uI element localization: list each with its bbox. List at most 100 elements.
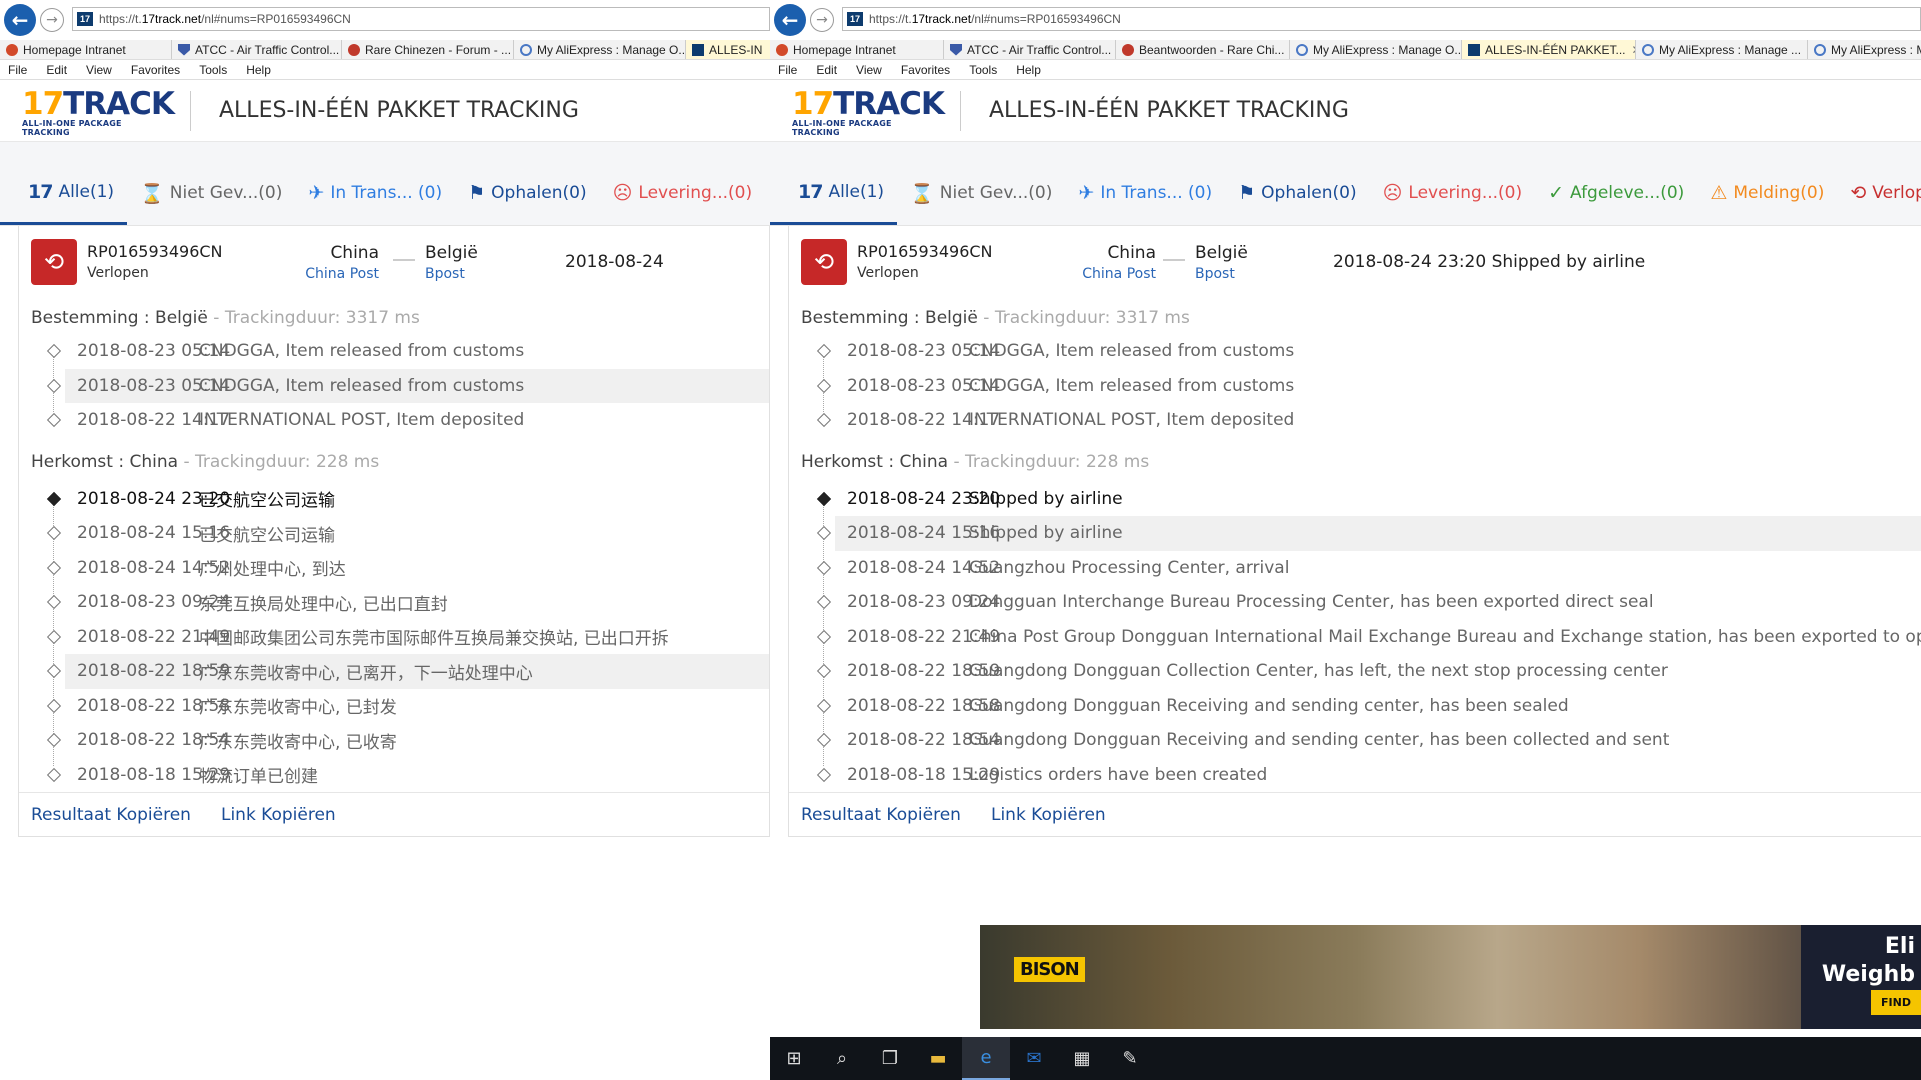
- filter-in-transit[interactable]: ✈ In Trans... (0): [1065, 161, 1225, 225]
- event-row: 2018-08-23 05:14 CNDGGA, Item released fr…: [46, 368, 769, 403]
- file-explorer-icon[interactable]: ▬: [914, 1037, 962, 1080]
- menu-edit[interactable]: Edit: [816, 63, 837, 77]
- globe-icon: [1642, 43, 1654, 56]
- menu-file[interactable]: File: [8, 63, 27, 77]
- 17track-logo[interactable]: 17TRACK ALL-IN-ONE PACKAGE TRACKING: [792, 87, 945, 137]
- forward-button[interactable]: →: [40, 8, 64, 32]
- menu-view[interactable]: View: [86, 63, 112, 77]
- filter-not-found[interactable]: ⌛ Niet Gev...(0): [897, 161, 1065, 225]
- filter-delivered[interactable]: ✓ Afgeleve...(0): [1535, 161, 1697, 225]
- destination-section-header: Bestemming : België - Trackingduur: 3317…: [789, 298, 1921, 334]
- tab-aliexpress-3[interactable]: My AliExpress : M: [1808, 40, 1921, 59]
- menu-edit[interactable]: Edit: [46, 63, 67, 77]
- copy-result-link[interactable]: Resultaat Kopiëren: [801, 805, 961, 825]
- filter-not-found[interactable]: ⌛ Niet Gev...(0): [127, 161, 295, 225]
- windows-start-icon[interactable]: ⊞: [770, 1037, 818, 1080]
- tab-aliexpress[interactable]: My AliExpress : Manage O...: [514, 40, 686, 59]
- tracking-result-card: ⟲ RP016593496CN Verlopen China China Pos…: [18, 226, 770, 837]
- hourglass-icon: ⌛: [910, 182, 934, 205]
- tab-label: Rare Chinezen - Forum - ...: [365, 42, 512, 57]
- section-label: Bestemming : België: [801, 308, 978, 328]
- copy-result-link[interactable]: Resultaat Kopiëren: [31, 805, 191, 825]
- page-title: ALLES-IN-ÉÉN PAKKET TRACKING: [219, 98, 579, 123]
- destination-carrier-link[interactable]: Bpost: [1195, 266, 1235, 282]
- filter-label: Alle(1): [58, 181, 115, 202]
- tab-atcc[interactable]: ATCC - Air Traffic Control...: [172, 40, 342, 59]
- paint-icon[interactable]: ✎: [1106, 1037, 1154, 1080]
- menu-tools[interactable]: Tools: [199, 63, 227, 77]
- origin-carrier-link[interactable]: China Post: [305, 266, 379, 282]
- timeline-diamond-icon: [816, 767, 832, 782]
- filter-in-transit[interactable]: ✈ In Trans... (0): [295, 161, 455, 225]
- origin-carrier-link[interactable]: China Post: [1082, 266, 1156, 282]
- filter-delivery-failed[interactable]: ☹ Levering...(0): [600, 161, 766, 225]
- copy-link-link[interactable]: Link Kopiëren: [991, 805, 1106, 825]
- event-row: 2018-08-22 18:59 Guangdong Dongguan Colle…: [789, 654, 1921, 689]
- expired-status-icon: ⟲: [801, 239, 847, 285]
- search-icon[interactable]: ⌕: [818, 1037, 866, 1080]
- menu-view[interactable]: View: [856, 63, 882, 77]
- filter-delivery-failed[interactable]: ☹ Levering...(0): [1370, 161, 1536, 225]
- warning-icon: ⚠: [1710, 182, 1728, 204]
- back-button[interactable]: ←: [4, 4, 36, 36]
- tab-aliexpress-2[interactable]: My AliExpress : Manage ...: [1636, 40, 1808, 59]
- event-description: 已交航空公司运输: [199, 525, 335, 546]
- filter-all[interactable]: 17 Alle(1): [770, 161, 898, 225]
- task-view-icon[interactable]: ❐: [866, 1037, 914, 1080]
- filter-all[interactable]: 17 Alle(1): [0, 161, 128, 225]
- shield-icon: [178, 43, 190, 56]
- event-row: 2018-08-22 18:58 广东东莞收寄中心, 已封发: [19, 689, 769, 724]
- url-host: 17track.net: [911, 12, 972, 26]
- calculator-icon[interactable]: ▦: [1058, 1037, 1106, 1080]
- ad-find-button[interactable]: FIND: [1871, 990, 1921, 1015]
- internet-explorer-icon[interactable]: e: [962, 1037, 1010, 1080]
- ad-headline-line1: Eli: [1884, 934, 1915, 959]
- menu-favorites[interactable]: Favorites: [901, 63, 950, 77]
- tab-17track[interactable]: ALLES-IN-ÉÉN PAKKET...✕: [1462, 40, 1636, 59]
- url-input[interactable]: 17 https://t. 17track.net/nl#nums=RP01659…: [72, 7, 770, 31]
- forward-button[interactable]: →: [810, 8, 834, 32]
- tab-17track[interactable]: ALLES-IN: [686, 40, 770, 59]
- event-row: 2018-08-24 15:16 已交航空公司运输: [19, 516, 769, 551]
- event-description: CNDGGA, Item released from customs: [199, 341, 525, 362]
- filter-expired[interactable]: ⟲Verlopen(: [1837, 161, 1921, 225]
- filter-pickup[interactable]: ⚑ Ophalen(0): [455, 161, 599, 225]
- event-description: INTERNATIONAL POST, Item deposited: [969, 410, 1295, 431]
- menu-help[interactable]: Help: [1016, 63, 1041, 77]
- event-row: 2018-08-24 23:20 已交航空公司运输: [19, 482, 769, 517]
- origin-event-list: 2018-08-24 23:20 Shipped by airline 2018-…: [789, 482, 1921, 793]
- tab-beantwoorden[interactable]: Beantwoorden - Rare Chi...: [1116, 40, 1290, 59]
- filter-alert[interactable]: ⚠ Melding(0): [1697, 161, 1837, 225]
- package-summary[interactable]: ⟲ RP016593496CN Verlopen China China Pos…: [789, 226, 1921, 298]
- event-description: 物流订单已创建: [199, 767, 318, 788]
- event-description: CNDGGA, Item released from customs: [199, 375, 525, 396]
- filter-label: Levering...(0): [1408, 183, 1523, 203]
- back-button[interactable]: ←: [774, 4, 806, 36]
- menu-tools[interactable]: Tools: [969, 63, 997, 77]
- tab-homepage-intranet[interactable]: Homepage Intranet: [770, 40, 944, 59]
- tab-atcc[interactable]: ATCC - Air Traffic Control...: [944, 40, 1116, 59]
- event-description: 东莞互换局处理中心, 已出口直封: [199, 594, 448, 615]
- copy-link-link[interactable]: Link Kopiëren: [221, 805, 336, 825]
- tab-label: ALLES-IN: [709, 42, 763, 57]
- globe-icon: [520, 43, 532, 56]
- timeline-diamond-icon: [816, 526, 832, 541]
- url-input[interactable]: 17 https://t. 17track.net/nl#nums=RP01659…: [842, 7, 1921, 31]
- address-bar-row: ← → 17 https://t. 17track.net/nl#nums=RP0…: [0, 0, 770, 40]
- timeline-diamond-icon: [816, 698, 832, 713]
- filter-pickup[interactable]: ⚑ Ophalen(0): [1225, 161, 1369, 225]
- 17track-logo[interactable]: 17TRACK ALL-IN-ONE PACKAGE TRACKING: [22, 85, 175, 137]
- tab-aliexpress[interactable]: My AliExpress : Manage O...: [1290, 40, 1462, 59]
- menu-help[interactable]: Help: [246, 63, 271, 77]
- logo-word: TRACK: [63, 85, 175, 122]
- menu-file[interactable]: File: [778, 63, 797, 77]
- destination-carrier-link[interactable]: Bpost: [425, 266, 465, 282]
- tab-homepage-intranet[interactable]: Homepage Intranet: [0, 40, 172, 59]
- tracking-result-card: ⟲ RP016593496CN Verlopen China China Pos…: [788, 226, 1921, 837]
- menu-favorites[interactable]: Favorites: [131, 63, 180, 77]
- package-summary[interactable]: ⟲ RP016593496CN Verlopen China China Pos…: [19, 226, 769, 298]
- advertisement-banner[interactable]: BISON Eli Weighb FIND: [980, 925, 1921, 1029]
- tab-rare-chinezen[interactable]: Rare Chinezen - Forum - ...: [342, 40, 514, 59]
- checkmark-icon: ✓: [1548, 182, 1565, 204]
- outlook-icon[interactable]: ✉: [1010, 1037, 1058, 1080]
